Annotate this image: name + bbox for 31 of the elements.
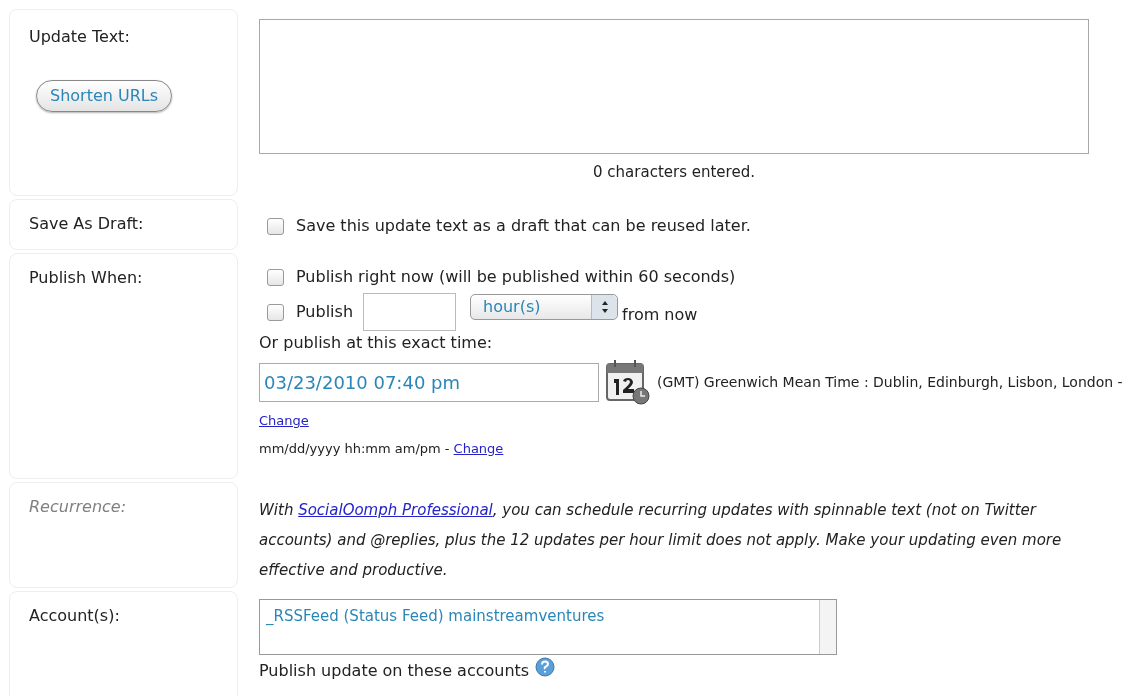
unit-select[interactable]: hour(s) bbox=[470, 294, 619, 320]
shorten-urls-button[interactable]: Shorten URLs bbox=[36, 80, 173, 112]
field-label: Publish When: bbox=[29, 268, 143, 287]
checkbox[interactable] bbox=[267, 217, 284, 235]
stepper-icon bbox=[591, 295, 618, 319]
account-option[interactable]: _RSSFeed (Status Feed) mainstreamventures bbox=[266, 606, 813, 626]
amount-input[interactable] bbox=[363, 293, 457, 331]
character-counter: 0 characters entered. bbox=[593, 162, 755, 182]
field-label: Save As Draft: bbox=[29, 214, 144, 233]
publish-now-text: Publish right now (will be published within 60 seconds) bbox=[296, 267, 736, 287]
exact-time-label: Or publish at this exact time: bbox=[259, 333, 494, 353]
calendar-icon[interactable] bbox=[606, 359, 650, 405]
field-label: Account(s): bbox=[29, 606, 120, 625]
datetime-input[interactable]: 03/23/2010 07:40 pm bbox=[259, 362, 599, 402]
from-now-text: from now bbox=[622, 305, 698, 325]
checkbox[interactable] bbox=[267, 268, 284, 286]
change-timezone-link[interactable]: Change bbox=[259, 411, 309, 431]
checkbox[interactable] bbox=[267, 303, 284, 321]
help-icon[interactable] bbox=[535, 657, 556, 677]
timezone-text: (GMT) Greenwich Mean Time : Dublin, Edinburgh, Lisbon, London - bbox=[657, 373, 1123, 392]
publish-text: Publish bbox=[296, 302, 354, 322]
accounts-list[interactable]: _RSSFeed (Status Feed) mainstreamventures bbox=[259, 599, 837, 655]
change-format-link[interactable]: Change bbox=[453, 439, 504, 459]
draft-option-text: Save this update text as a draft that can be reused later. bbox=[296, 216, 751, 236]
field-label: Update Text: bbox=[29, 27, 130, 47]
format-text: mm/dd/yyyy hh:mm am/pm - bbox=[259, 440, 450, 458]
recurrence-description: With SocialOomph Professional, you can schedule recurring updates with spinnable text (not on Twitter accounts) and @replies, plus the 12 updates per hour limit does not apply. Make your updating even more effective and productive. bbox=[259, 500, 1063, 581]
field-label: Recurrence: bbox=[29, 497, 127, 516]
accounts-hint: Publish update on these accounts bbox=[259, 661, 530, 681]
professional-link[interactable]: SocialOomph Professional bbox=[298, 501, 493, 519]
scrollbar[interactable] bbox=[819, 600, 836, 654]
